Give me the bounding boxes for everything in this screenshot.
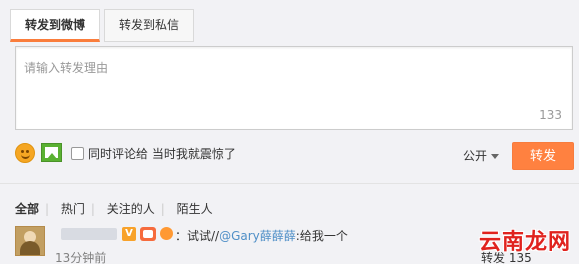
comment-filter-bar: 全部 | 热门 | 关注的人 | 陌生人 — [15, 200, 219, 217]
submit-repost-button[interactable]: 转发 — [512, 142, 574, 170]
member-badge-icon — [140, 227, 156, 241]
visibility-dropdown[interactable]: 公开 — [463, 147, 500, 164]
comment-text: ：试试//@Gary薛薛薛:给我一个 — [175, 227, 348, 244]
filter-all[interactable]: 全部 — [15, 202, 39, 216]
tab-repost-to-private[interactable]: 转发到私信 — [104, 9, 195, 42]
also-comment-checkbox[interactable] — [71, 147, 84, 160]
tab-repost-to-weibo[interactable]: 转发到微博 — [10, 9, 101, 42]
divider — [0, 183, 579, 184]
comment-text-prefix: ：试试// — [175, 229, 220, 243]
filter-strangers[interactable]: 陌生人 — [177, 202, 213, 216]
char-count: 133 — [539, 108, 562, 122]
watermark: 云南龙网 — [479, 230, 572, 255]
mention-link[interactable]: @Gary薛薛薛 — [219, 229, 296, 243]
filter-separator: | — [160, 202, 165, 216]
chevron-down-icon — [491, 154, 500, 159]
avatar[interactable] — [15, 226, 45, 256]
filter-following[interactable]: 关注的人 — [107, 202, 155, 216]
repost-reason-box: 133 — [15, 46, 573, 130]
comment-timestamp: 13分钟前 — [55, 251, 107, 264]
image-icon[interactable] — [41, 143, 62, 162]
comment-text-suffix: :给我一个 — [295, 229, 348, 243]
visibility-label: 公开 — [463, 149, 488, 163]
verified-icon: V — [122, 227, 136, 241]
filter-separator: | — [90, 202, 95, 216]
filter-hot[interactable]: 热门 — [61, 202, 85, 216]
repost-reason-input[interactable] — [16, 47, 572, 129]
username-blurred[interactable] — [61, 228, 117, 240]
filter-separator: | — [45, 202, 50, 216]
repost-tabs: 转发到微博 转发到私信 — [10, 9, 198, 42]
emoji-icon[interactable] — [15, 143, 35, 163]
level-badge-icon — [160, 227, 173, 240]
also-comment-label: 同时评论给 当时我就震惊了 — [88, 147, 236, 161]
